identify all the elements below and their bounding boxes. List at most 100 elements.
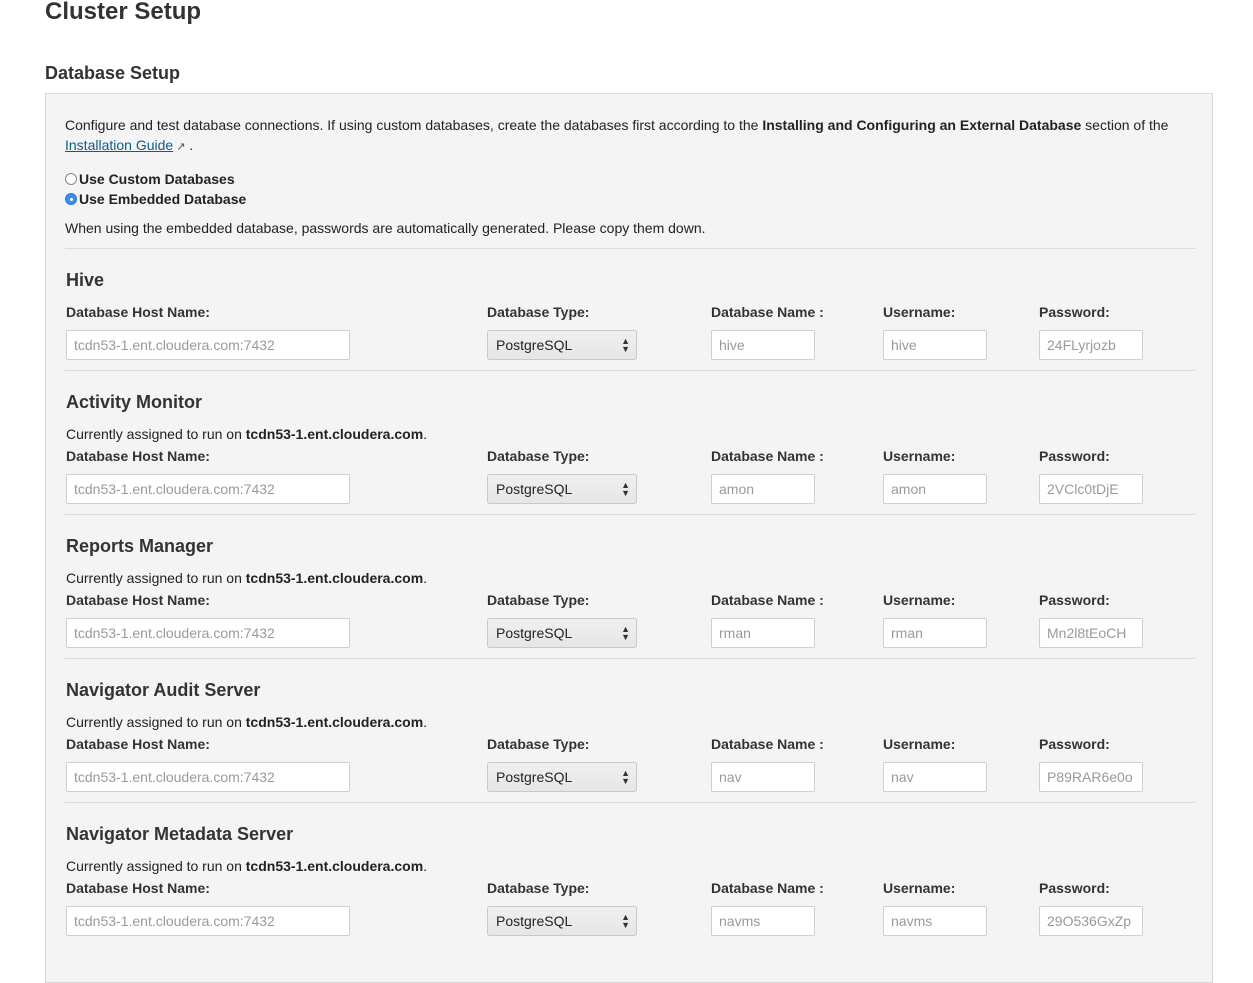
db-name-input[interactable]: hive bbox=[711, 330, 815, 360]
select-updown-icon: ▲ ▼ bbox=[621, 768, 630, 786]
db-type-select[interactable]: PostgreSQL ▲ ▼ bbox=[487, 906, 637, 936]
intro-text-after: section of the bbox=[1081, 117, 1169, 133]
password-input[interactable]: 24FLyrjozb bbox=[1039, 330, 1143, 360]
type-label: Database Type: bbox=[487, 448, 590, 464]
installation-guide-link[interactable]: Installation Guide bbox=[65, 137, 173, 153]
username-label: Username: bbox=[883, 592, 956, 608]
username-label: Username: bbox=[883, 304, 956, 320]
username-label: Username: bbox=[883, 736, 956, 752]
intro-text: Configure and test database connections.… bbox=[65, 115, 1195, 157]
assigned-host: tcdn53-1.ent.cloudera.com bbox=[245, 570, 424, 586]
host-label: Database Host Name: bbox=[66, 880, 210, 896]
type-label: Database Type: bbox=[487, 880, 590, 896]
type-label: Database Type: bbox=[487, 304, 590, 320]
host-input[interactable]: tcdn53-1.ent.cloudera.com:7432 bbox=[66, 618, 350, 648]
intro-bold: Installing and Configuring an External D… bbox=[762, 117, 1082, 133]
service-title: Reports Manager bbox=[66, 536, 214, 556]
divider bbox=[65, 248, 1195, 249]
radio-custom-databases[interactable]: Use Custom Databases bbox=[65, 171, 235, 187]
assigned-host-text: Currently assigned to run on tcdn53-1.en… bbox=[66, 858, 427, 874]
assigned-host-text: Currently assigned to run on tcdn53-1.en… bbox=[66, 714, 427, 730]
assigned-prefix: Currently assigned to run on bbox=[66, 570, 246, 586]
type-label: Database Type: bbox=[487, 736, 590, 752]
host-label: Database Host Name: bbox=[66, 736, 210, 752]
db-name-input[interactable]: amon bbox=[711, 474, 815, 504]
username-label: Username: bbox=[883, 448, 956, 464]
password-input[interactable]: Mn2l8tEoCH bbox=[1039, 618, 1143, 648]
select-updown-icon: ▲ ▼ bbox=[621, 912, 630, 930]
assigned-host: tcdn53-1.ent.cloudera.com bbox=[245, 426, 424, 442]
service-title: Hive bbox=[66, 270, 105, 290]
password-input[interactable]: 29O536GxZp bbox=[1039, 906, 1143, 936]
password-input[interactable]: 2VClc0tDjE bbox=[1039, 474, 1143, 504]
radio-custom-label[interactable]: Use Custom Databases bbox=[79, 171, 235, 187]
db-type-value: PostgreSQL bbox=[496, 913, 573, 929]
username-input[interactable]: rman bbox=[883, 618, 987, 648]
db-type-value: PostgreSQL bbox=[496, 625, 573, 641]
db-type-select[interactable]: PostgreSQL ▲ ▼ bbox=[487, 474, 637, 504]
db-name-label: Database Name : bbox=[711, 880, 824, 896]
db-name-input[interactable]: nav bbox=[711, 762, 815, 792]
radio-embedded-label[interactable]: Use Embedded Database bbox=[79, 191, 246, 207]
service-title: Activity Monitor bbox=[66, 392, 203, 412]
db-name-label: Database Name : bbox=[711, 448, 824, 464]
assigned-host-text: Currently assigned to run on tcdn53-1.en… bbox=[66, 426, 427, 442]
divider bbox=[65, 658, 1195, 659]
embedded-note: When using the embedded database, passwo… bbox=[65, 220, 706, 236]
password-label: Password: bbox=[1039, 880, 1110, 896]
username-input[interactable]: hive bbox=[883, 330, 987, 360]
database-setup-panel: Configure and test database connections.… bbox=[45, 93, 1213, 983]
db-type-select[interactable]: PostgreSQL ▲ ▼ bbox=[487, 330, 637, 360]
radio-embedded-database[interactable]: Use Embedded Database bbox=[65, 191, 246, 207]
username-input[interactable]: navms bbox=[883, 906, 987, 936]
assigned-suffix: . bbox=[423, 858, 428, 874]
service-title: Navigator Metadata Server bbox=[66, 824, 294, 844]
page-title: Cluster Setup bbox=[45, 0, 202, 25]
username-label: Username: bbox=[883, 880, 956, 896]
divider bbox=[65, 514, 1195, 515]
divider bbox=[65, 802, 1195, 803]
assigned-prefix: Currently assigned to run on bbox=[66, 426, 246, 442]
db-name-label: Database Name : bbox=[711, 592, 824, 608]
service-title: Navigator Audit Server bbox=[66, 680, 261, 700]
select-updown-icon: ▲ ▼ bbox=[621, 480, 630, 498]
host-label: Database Host Name: bbox=[66, 592, 210, 608]
select-updown-icon: ▲ ▼ bbox=[621, 624, 630, 642]
host-label: Database Host Name: bbox=[66, 304, 210, 320]
password-label: Password: bbox=[1039, 448, 1110, 464]
assigned-host: tcdn53-1.ent.cloudera.com bbox=[245, 858, 424, 874]
assigned-host: tcdn53-1.ent.cloudera.com bbox=[245, 714, 424, 730]
host-label: Database Host Name: bbox=[66, 448, 210, 464]
host-input[interactable]: tcdn53-1.ent.cloudera.com:7432 bbox=[66, 474, 350, 504]
host-input[interactable]: tcdn53-1.ent.cloudera.com:7432 bbox=[66, 762, 350, 792]
host-input[interactable]: tcdn53-1.ent.cloudera.com:7432 bbox=[66, 330, 350, 360]
db-name-label: Database Name : bbox=[711, 736, 824, 752]
password-label: Password: bbox=[1039, 592, 1110, 608]
db-name-input[interactable]: navms bbox=[711, 906, 815, 936]
password-label: Password: bbox=[1039, 304, 1110, 320]
divider bbox=[65, 370, 1195, 371]
db-type-value: PostgreSQL bbox=[496, 337, 573, 353]
db-type-select[interactable]: PostgreSQL ▲ ▼ bbox=[487, 762, 637, 792]
db-name-label: Database Name : bbox=[711, 304, 824, 320]
db-type-value: PostgreSQL bbox=[496, 769, 573, 785]
host-input[interactable]: tcdn53-1.ent.cloudera.com:7432 bbox=[66, 906, 350, 936]
radio-custom-icon[interactable] bbox=[65, 173, 77, 185]
username-input[interactable]: nav bbox=[883, 762, 987, 792]
assigned-host-text: Currently assigned to run on tcdn53-1.en… bbox=[66, 570, 427, 586]
assigned-suffix: . bbox=[423, 714, 428, 730]
select-updown-icon: ▲ ▼ bbox=[621, 336, 630, 354]
intro-trailing: . bbox=[185, 137, 194, 153]
type-label: Database Type: bbox=[487, 592, 590, 608]
db-type-value: PostgreSQL bbox=[496, 481, 573, 497]
username-input[interactable]: amon bbox=[883, 474, 987, 504]
assigned-prefix: Currently assigned to run on bbox=[66, 714, 246, 730]
password-label: Password: bbox=[1039, 736, 1110, 752]
radio-embedded-icon[interactable] bbox=[65, 193, 77, 205]
assigned-suffix: . bbox=[423, 426, 428, 442]
password-input[interactable]: P89RAR6e0o bbox=[1039, 762, 1143, 792]
intro-text-before: Configure and test database connections.… bbox=[65, 117, 763, 133]
assigned-suffix: . bbox=[423, 570, 428, 586]
db-type-select[interactable]: PostgreSQL ▲ ▼ bbox=[487, 618, 637, 648]
db-name-input[interactable]: rman bbox=[711, 618, 815, 648]
